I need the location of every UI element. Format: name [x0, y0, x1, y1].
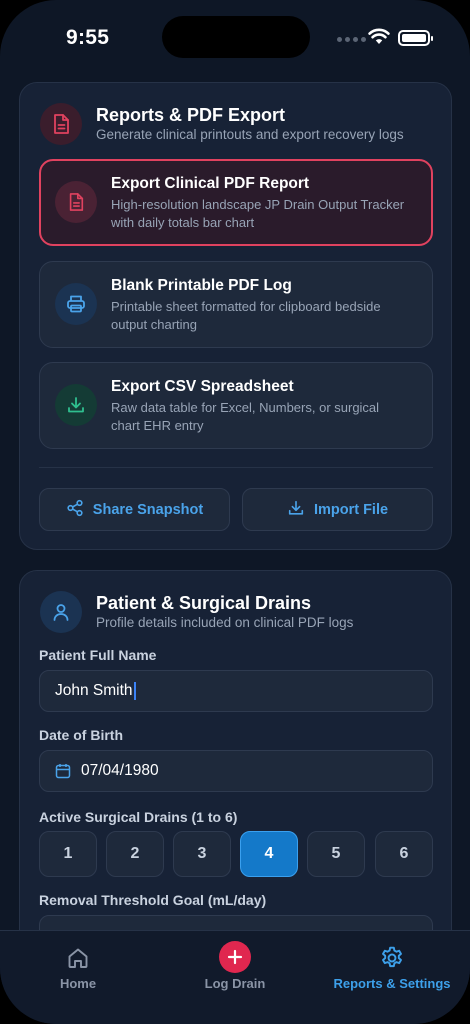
- drain-count-4[interactable]: 4: [240, 831, 298, 877]
- card-title: Patient & Surgical Drains: [96, 593, 312, 613]
- tab-reports-settings[interactable]: Reports & Settings: [326, 931, 458, 1024]
- patient-name-value: John Smith: [55, 682, 133, 699]
- share-icon: [66, 499, 84, 521]
- wifi-icon: [368, 27, 390, 50]
- drain-count-5[interactable]: 5: [307, 831, 365, 877]
- tab-label: Reports & Settings: [333, 976, 451, 991]
- drain-count-3[interactable]: 3: [173, 831, 231, 877]
- drain-count-1[interactable]: 1: [39, 831, 97, 877]
- battery-icon: [398, 30, 433, 46]
- blank-pdf-log-option[interactable]: Blank Printable PDF Log Printable sheet …: [39, 261, 433, 348]
- dob-label: Date of Birth: [39, 727, 123, 743]
- cellular-signal-icon: [337, 37, 366, 42]
- status-time: 9:55: [66, 26, 110, 49]
- option-title: Export CSV Spreadsheet: [111, 378, 294, 395]
- option-title: Blank Printable PDF Log: [111, 277, 292, 294]
- divider: [39, 467, 433, 468]
- import-file-label: Import File: [313, 501, 389, 518]
- card-subtitle: Generate clinical printouts and export r…: [96, 127, 404, 142]
- patient-drains-card: Patient & Surgical Drains Profile detail…: [19, 570, 452, 990]
- download-icon: [55, 384, 97, 426]
- reports-export-card: Reports & PDF Export Generate clinical p…: [19, 82, 452, 550]
- phone-screen: 9:55 Reports & PDF Export Generate clini…: [0, 0, 470, 1024]
- card-title: Reports & PDF Export: [96, 105, 286, 125]
- dynamic-island: [162, 16, 310, 58]
- status-bar: 9:55: [0, 0, 470, 78]
- plus-icon: [219, 941, 251, 973]
- card-subtitle: Profile details included on clinical PDF…: [96, 615, 354, 630]
- patient-name-label: Patient Full Name: [39, 647, 157, 663]
- tab-log-drain[interactable]: Log Drain: [190, 931, 280, 1024]
- patient-name-input[interactable]: John Smith: [39, 670, 433, 712]
- option-description: High-resolution landscape JP Drain Outpu…: [111, 197, 405, 230]
- export-csv-option[interactable]: Export CSV Spreadsheet Raw data table fo…: [39, 362, 433, 449]
- dob-value: 07/04/1980: [81, 762, 159, 779]
- threshold-label: Removal Threshold Goal (mL/day): [39, 892, 267, 908]
- tab-home[interactable]: Home: [38, 931, 118, 1024]
- option-title: Export Clinical PDF Report: [111, 175, 310, 192]
- document-icon: [55, 181, 97, 223]
- option-description: Printable sheet formatted for clipboard …: [111, 299, 381, 332]
- drain-count-6[interactable]: 6: [375, 831, 433, 877]
- import-file-button[interactable]: Import File: [242, 488, 433, 531]
- home-icon: [66, 944, 90, 972]
- option-description: Raw data table for Excel, Numbers, or su…: [111, 400, 380, 433]
- tab-label: Home: [59, 976, 97, 991]
- drain-count-2[interactable]: 2: [106, 831, 164, 877]
- gear-icon: [379, 944, 405, 972]
- document-icon: [40, 103, 82, 145]
- tab-label: Log Drain: [204, 976, 266, 991]
- calendar-icon: [55, 763, 71, 779]
- download-icon: [287, 499, 305, 521]
- printer-icon: [55, 283, 97, 325]
- text-caret: [133, 682, 136, 700]
- drains-label: Active Surgical Drains (1 to 6): [39, 809, 238, 825]
- share-snapshot-button[interactable]: Share Snapshot: [39, 488, 230, 531]
- tab-bar: Home Log Drain Reports & Settings: [0, 930, 470, 1024]
- user-icon: [40, 591, 82, 633]
- dob-input[interactable]: 07/04/1980: [39, 750, 433, 792]
- export-pdf-report-option[interactable]: Export Clinical PDF Report High-resoluti…: [39, 159, 433, 246]
- share-snapshot-label: Share Snapshot: [92, 501, 204, 518]
